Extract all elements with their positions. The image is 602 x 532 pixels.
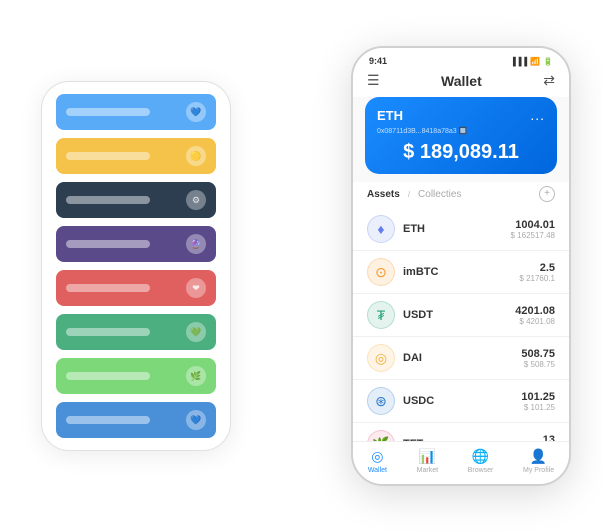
nav-label-profile: My Profile (523, 467, 554, 474)
asset-usd-usdc: $ 101.25 (521, 403, 555, 412)
status-icons: ▐▐▐ 📶 🔋 (510, 57, 553, 66)
eth-card-address: 0x08711d3B...8418a78a3 🔲 (377, 127, 545, 135)
asset-amount-tft: 13 (543, 434, 555, 442)
nav-label-market: Market (417, 467, 438, 474)
asset-name-usdt: USDT (403, 309, 515, 321)
asset-item-usdt[interactable]: ₮ USDT 4201.08 $ 4201.08 (353, 294, 569, 337)
asset-usd-imbtc: $ 21760.1 (519, 274, 555, 283)
nav-label-wallet: Wallet (368, 467, 387, 474)
back-wallet-mockup: 💙 🟡 ⚙ 🔮 ❤ 💚 🌿 💙 (41, 81, 231, 451)
asset-usd-dai: $ 508.75 (521, 360, 555, 369)
card-icon: 🔮 (186, 234, 206, 254)
asset-icon-eth: ♦ (367, 215, 395, 243)
asset-amounts-usdt: 4201.08 $ 4201.08 (515, 305, 555, 326)
card-icon: ⚙ (186, 190, 206, 210)
back-card-dark-card: ⚙ (56, 182, 216, 218)
wifi-icon: 📶 (530, 57, 540, 66)
eth-card-more[interactable]: ... (530, 107, 545, 123)
asset-name-imbtc: imBTC (403, 266, 519, 278)
asset-list: ♦ ETH 1004.01 $ 162517.48 ⊙ imBTC 2.5 $ … (353, 208, 569, 441)
tab-divider: / (408, 190, 410, 199)
nav-icon-browser: 🌐 (472, 448, 489, 465)
asset-amounts-dai: 508.75 $ 508.75 (521, 348, 555, 369)
asset-item-dai[interactable]: ◎ DAI 508.75 $ 508.75 (353, 337, 569, 380)
eth-card-header: ETH ... (377, 107, 545, 123)
asset-item-imbtc[interactable]: ⊙ imBTC 2.5 $ 21760.1 (353, 251, 569, 294)
asset-item-tft[interactable]: 🌿 TFT 13 0 (353, 423, 569, 441)
asset-amount-imbtc: 2.5 (519, 262, 555, 274)
asset-icon-tft: 🌿 (367, 430, 395, 441)
back-card-green-card: 💚 (56, 314, 216, 350)
card-icon: 🟡 (186, 146, 206, 166)
asset-amount-usdc: 101.25 (521, 391, 555, 403)
card-label (66, 328, 150, 336)
asset-name-eth: ETH (403, 223, 511, 235)
tab-collecties[interactable]: Collecties (418, 189, 461, 200)
nav-item-market[interactable]: 📊 Market (417, 448, 438, 474)
card-label (66, 196, 150, 204)
card-label (66, 152, 150, 160)
asset-amounts-eth: 1004.01 $ 162517.48 (511, 219, 556, 240)
nav-icon-wallet: ◎ (371, 448, 383, 465)
back-card-orange-card: 🟡 (56, 138, 216, 174)
back-card-blue-card: 💙 (56, 94, 216, 130)
asset-item-usdc[interactable]: ⊛ USDC 101.25 $ 101.25 (353, 380, 569, 423)
asset-icon-dai: ◎ (367, 344, 395, 372)
status-time: 9:41 (369, 56, 387, 66)
header-title: Wallet (441, 73, 482, 89)
back-card-purple-card: 🔮 (56, 226, 216, 262)
app-header: ☰ Wallet ⇄ (353, 70, 569, 97)
menu-icon[interactable]: ☰ (367, 72, 380, 89)
asset-name-dai: DAI (403, 352, 521, 364)
assets-tabs: Assets / Collecties (367, 189, 461, 200)
asset-icon-imbtc: ⊙ (367, 258, 395, 286)
nav-item-browser[interactable]: 🌐 Browser (468, 448, 494, 474)
status-bar: 9:41 ▐▐▐ 📶 🔋 (353, 48, 569, 70)
asset-amounts-imbtc: 2.5 $ 21760.1 (519, 262, 555, 283)
signal-icon: ▐▐▐ (510, 57, 527, 66)
asset-name-usdc: USDC (403, 395, 521, 407)
asset-icon-usdt: ₮ (367, 301, 395, 329)
eth-card-balance: $ 189,089.11 (377, 141, 545, 164)
nav-item-profile[interactable]: 👤 My Profile (523, 448, 554, 474)
add-asset-button[interactable]: + (539, 186, 555, 202)
scan-icon[interactable]: ⇄ (543, 72, 555, 89)
scene: 💙 🟡 ⚙ 🔮 ❤ 💚 🌿 💙 9:41 ▐▐▐ (21, 16, 581, 516)
card-icon: 💚 (186, 322, 206, 342)
card-icon: 💙 (186, 102, 206, 122)
asset-usd-eth: $ 162517.48 (511, 231, 556, 240)
nav-label-browser: Browser (468, 467, 494, 474)
asset-amount-eth: 1004.01 (511, 219, 556, 231)
bottom-nav: ◎ Wallet 📊 Market 🌐 Browser 👤 My Profile (353, 441, 569, 484)
assets-header: Assets / Collecties + (353, 182, 569, 208)
eth-card[interactable]: ETH ... 0x08711d3B...8418a78a3 🔲 $ 189,0… (365, 97, 557, 174)
card-icon: 🌿 (186, 366, 206, 386)
eth-card-name: ETH (377, 108, 403, 123)
asset-usd-usdt: $ 4201.08 (515, 317, 555, 326)
back-card-red-card: ❤ (56, 270, 216, 306)
card-icon: 💙 (186, 410, 206, 430)
nav-icon-profile: 👤 (530, 448, 547, 465)
card-label (66, 284, 150, 292)
card-icon: ❤ (186, 278, 206, 298)
tab-assets[interactable]: Assets (367, 189, 400, 200)
asset-item-eth[interactable]: ♦ ETH 1004.01 $ 162517.48 (353, 208, 569, 251)
asset-icon-usdc: ⊛ (367, 387, 395, 415)
card-label (66, 416, 150, 424)
phone-mockup: 9:41 ▐▐▐ 📶 🔋 ☰ Wallet ⇄ ETH ... 0x08711d… (351, 46, 571, 486)
asset-amounts-tft: 13 0 (543, 434, 555, 442)
eth-balance-value: $ 189,089.11 (403, 141, 519, 163)
card-label (66, 372, 150, 380)
asset-amounts-usdc: 101.25 $ 101.25 (521, 391, 555, 412)
card-label (66, 108, 150, 116)
nav-icon-market: 📊 (419, 448, 436, 465)
card-label (66, 240, 150, 248)
back-card-lightgreen-card: 🌿 (56, 358, 216, 394)
battery-icon: 🔋 (543, 57, 553, 66)
asset-amount-dai: 508.75 (521, 348, 555, 360)
back-card-blue2-card: 💙 (56, 402, 216, 438)
asset-amount-usdt: 4201.08 (515, 305, 555, 317)
nav-item-wallet[interactable]: ◎ Wallet (368, 448, 387, 474)
